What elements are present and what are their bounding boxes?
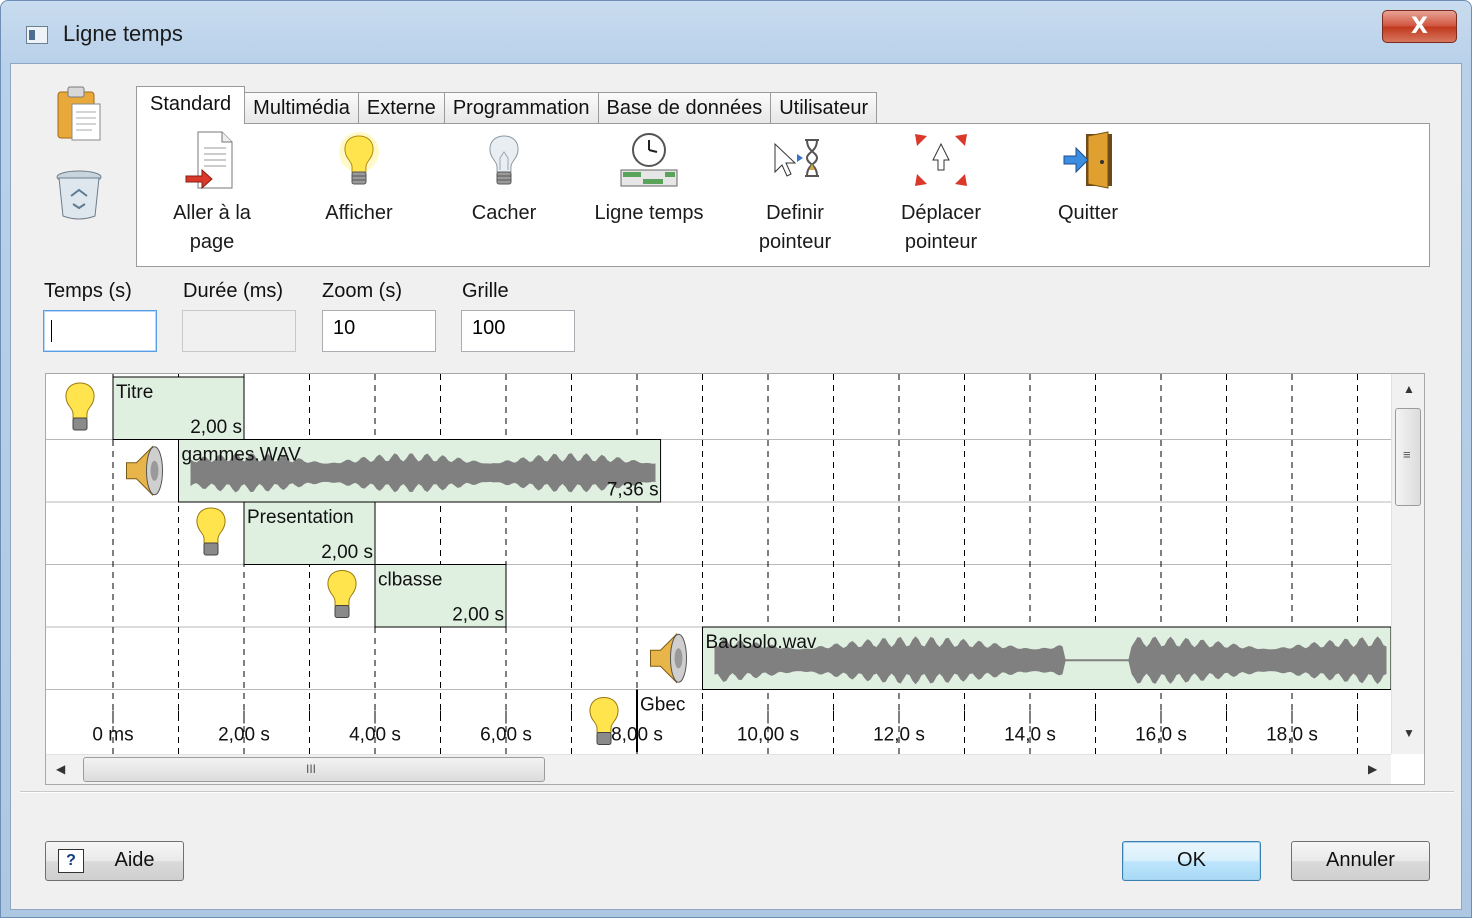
- tool-label: Definir pointeur: [758, 202, 832, 253]
- window-icon: [26, 26, 48, 44]
- ruler-label: 8,00 s: [611, 725, 663, 746]
- recycle-bin-icon[interactable]: [53, 168, 105, 222]
- event-duration: 2,00 s: [321, 542, 373, 563]
- ribbon-tabs: Standard Multimédia Externe Programmatio…: [136, 86, 878, 124]
- cancel-button[interactable]: Annuler: [1291, 841, 1430, 881]
- help-icon: ?: [58, 849, 84, 873]
- tab-base-de-donnees[interactable]: Base de données: [597, 92, 772, 124]
- lightbulb-off-icon: [489, 135, 519, 185]
- vertical-scroll-thumb[interactable]: ≡: [1395, 408, 1421, 506]
- goto-page-button[interactable]: Aller à la page: [137, 124, 287, 266]
- tab-panel-standard: Aller à la page Afficher Cacher Ligne te…: [136, 123, 1430, 267]
- ruler-label: 0 ms: [92, 725, 133, 746]
- grille-input[interactable]: 100: [461, 310, 575, 352]
- hide-button[interactable]: Cacher: [429, 124, 579, 266]
- grille-label: Grille: [462, 280, 509, 302]
- define-pointer-button[interactable]: Definir pointeur: [720, 124, 870, 266]
- title-bar: Ligne temps X: [1, 1, 1471, 65]
- vertical-grip: ≡: [1403, 447, 1411, 462]
- close-button[interactable]: X: [1382, 10, 1457, 43]
- event-name: Presentation: [247, 507, 354, 528]
- ruler-label: 14,0 s: [1004, 725, 1056, 746]
- ruler-label: 2,00 s: [218, 725, 270, 746]
- scroll-left-arrow[interactable]: ◀: [56, 762, 65, 776]
- dialog-window: Ligne temps X Standard Multimédia Extern…: [0, 0, 1472, 918]
- help-label: Aide: [114, 849, 155, 871]
- tool-label: Ligne temps: [594, 202, 704, 224]
- scroll-right-arrow[interactable]: ▶: [1368, 762, 1377, 776]
- tool-label: Déplacer pointeur: [900, 202, 982, 253]
- tool-label: Cacher: [471, 202, 537, 224]
- move-pointer-icon: [915, 134, 967, 186]
- temps-label: Temps (s): [44, 280, 132, 302]
- vertical-scrollbar[interactable]: ▲ ≡ ▼: [1391, 374, 1424, 754]
- scroll-up-arrow[interactable]: ▲: [1403, 382, 1415, 396]
- scroll-down-arrow[interactable]: ▼: [1403, 726, 1415, 740]
- duree-input: [182, 310, 296, 352]
- divider: [20, 791, 1454, 793]
- event-name: Baclsolo.wav: [706, 632, 817, 653]
- text-caret: [51, 320, 52, 342]
- horizontal-scroll-thumb[interactable]: III: [83, 757, 545, 782]
- ok-button[interactable]: OK: [1122, 841, 1261, 881]
- timeline-canvas[interactable]: Titre 2,00 s gammes.WAV 7,36 s Presentatio…: [46, 374, 1391, 754]
- horizontal-grip: III: [306, 762, 317, 776]
- ruler-label: 16,0 s: [1135, 725, 1187, 746]
- temps-input[interactable]: [43, 310, 157, 352]
- tab-utilisateur[interactable]: Utilisateur: [770, 92, 878, 124]
- event-duration: 2,00 s: [190, 417, 242, 438]
- lightbulb-icon[interactable]: [196, 507, 226, 556]
- timeline-clock-icon: [620, 133, 678, 187]
- tool-label: Aller à la page: [173, 202, 251, 253]
- lightbulb-icon[interactable]: [327, 569, 357, 618]
- ruler-label: 12,0 s: [873, 725, 925, 746]
- timeline-view[interactable]: Titre 2,00 s gammes.WAV 7,36 s Presentatio…: [45, 373, 1425, 785]
- event-duration: 2,00 s: [452, 605, 504, 626]
- horizontal-scrollbar[interactable]: ◀ III ▶: [46, 754, 1391, 784]
- window-title: Ligne temps: [63, 21, 183, 46]
- timeline-button[interactable]: Ligne temps: [574, 124, 724, 266]
- clipboard-paste-icon[interactable]: [56, 84, 102, 144]
- help-button[interactable]: ? Aide: [45, 841, 184, 881]
- zoom-input[interactable]: 10: [322, 310, 436, 352]
- tab-programmation[interactable]: Programmation: [443, 92, 599, 124]
- tab-externe[interactable]: Externe: [357, 92, 445, 124]
- lightbulb-on-icon: [339, 132, 379, 185]
- duree-label: Durée (ms): [183, 280, 284, 302]
- show-button[interactable]: Afficher: [284, 124, 434, 266]
- tab-standard[interactable]: Standard: [136, 86, 246, 124]
- pointer-hourglass-icon: [774, 139, 819, 177]
- tool-label: Quitter: [1057, 202, 1119, 224]
- quit-button[interactable]: Quitter: [1013, 124, 1163, 266]
- event-name: Gbec: [640, 695, 685, 716]
- ruler-label: 18,0 s: [1266, 725, 1318, 746]
- tool-label: Afficher: [325, 202, 393, 224]
- tab-multimedia[interactable]: Multimédia: [244, 92, 359, 124]
- event-name: Titre: [116, 382, 153, 403]
- dialog-client: Standard Multimédia Externe Programmatio…: [10, 63, 1462, 910]
- goto-page-icon: [185, 131, 233, 190]
- lightbulb-icon[interactable]: [65, 382, 95, 431]
- event-name: clbasse: [378, 570, 442, 591]
- zoom-label: Zoom (s): [322, 280, 402, 302]
- exit-door-icon: [1063, 131, 1112, 189]
- speaker-icon[interactable]: [650, 633, 687, 684]
- move-pointer-button[interactable]: Déplacer pointeur: [866, 124, 1016, 266]
- ruler-label: 10,00 s: [737, 725, 799, 746]
- speaker-icon[interactable]: [126, 445, 163, 496]
- ruler-label: 6,00 s: [480, 725, 532, 746]
- event-name: gammes.WAV: [182, 445, 302, 466]
- ruler-label: 4,00 s: [349, 725, 401, 746]
- event-duration: 7,36 s: [607, 480, 659, 501]
